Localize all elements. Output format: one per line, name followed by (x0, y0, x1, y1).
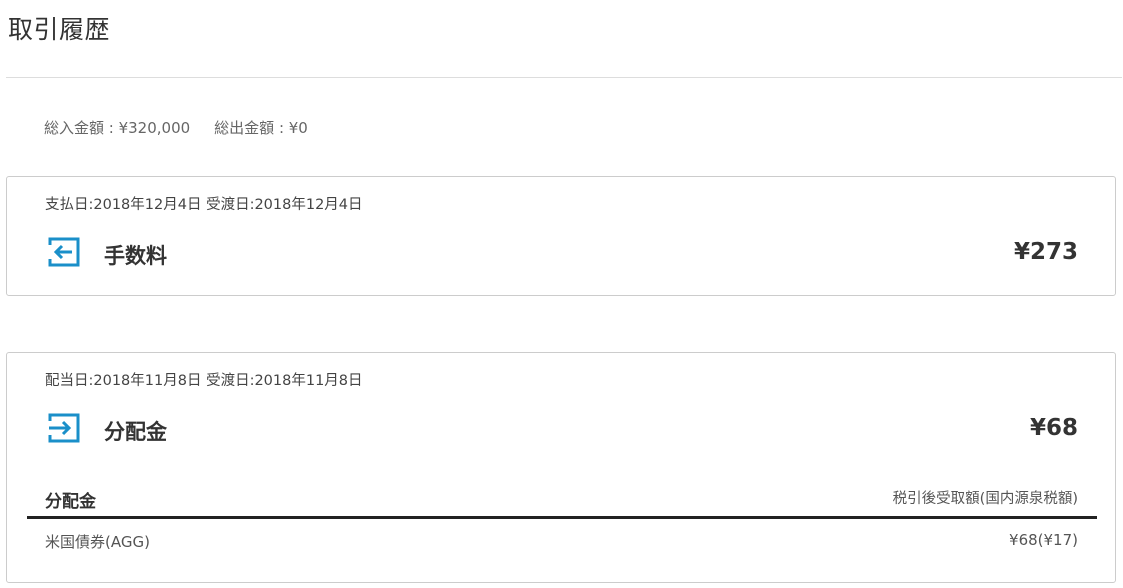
detail-row-name: 米国債券(AGG) (45, 533, 150, 551)
title-divider (6, 77, 1122, 78)
detail-header-rule (27, 516, 1097, 519)
exit-arrow-left-icon (47, 235, 81, 269)
detail-row-value: ¥68(¥17) (1009, 531, 1078, 549)
totals-summary: 総入金額 : ¥320,000 総出金額 : ¥0 (44, 117, 308, 138)
transaction-dates: 支払日:2018年12月4日 受渡日:2018年12月4日 (45, 197, 363, 213)
enter-arrow-right-icon (47, 411, 81, 445)
page-title: 取引履歴 (8, 15, 111, 44)
transaction-amount: ¥273 (1013, 239, 1078, 265)
transaction-title: 分配金 (104, 420, 167, 444)
transaction-title: 手数料 (104, 244, 167, 268)
total-withdrawal: 総出金額 : ¥0 (214, 119, 308, 137)
transaction-amount: ¥68 (1029, 415, 1078, 441)
transaction-dates: 配当日:2018年11月8日 受渡日:2018年11月8日 (45, 373, 363, 389)
detail-header-label: 分配金 (45, 492, 96, 512)
transaction-history-page: 取引履歴 総入金額 : ¥320,000 総出金額 : ¥0 支払日:2018年1… (0, 0, 1123, 588)
detail-header-right: 税引後受取額(国内源泉税額) (892, 491, 1078, 507)
total-deposit: 総入金額 : ¥320,000 (44, 119, 191, 137)
transaction-card-fee[interactable]: 支払日:2018年12月4日 受渡日:2018年12月4日 手数料 ¥273 (6, 176, 1116, 296)
transaction-card-distribution[interactable]: 配当日:2018年11月8日 受渡日:2018年11月8日 分配金 ¥68 分配… (6, 352, 1116, 583)
